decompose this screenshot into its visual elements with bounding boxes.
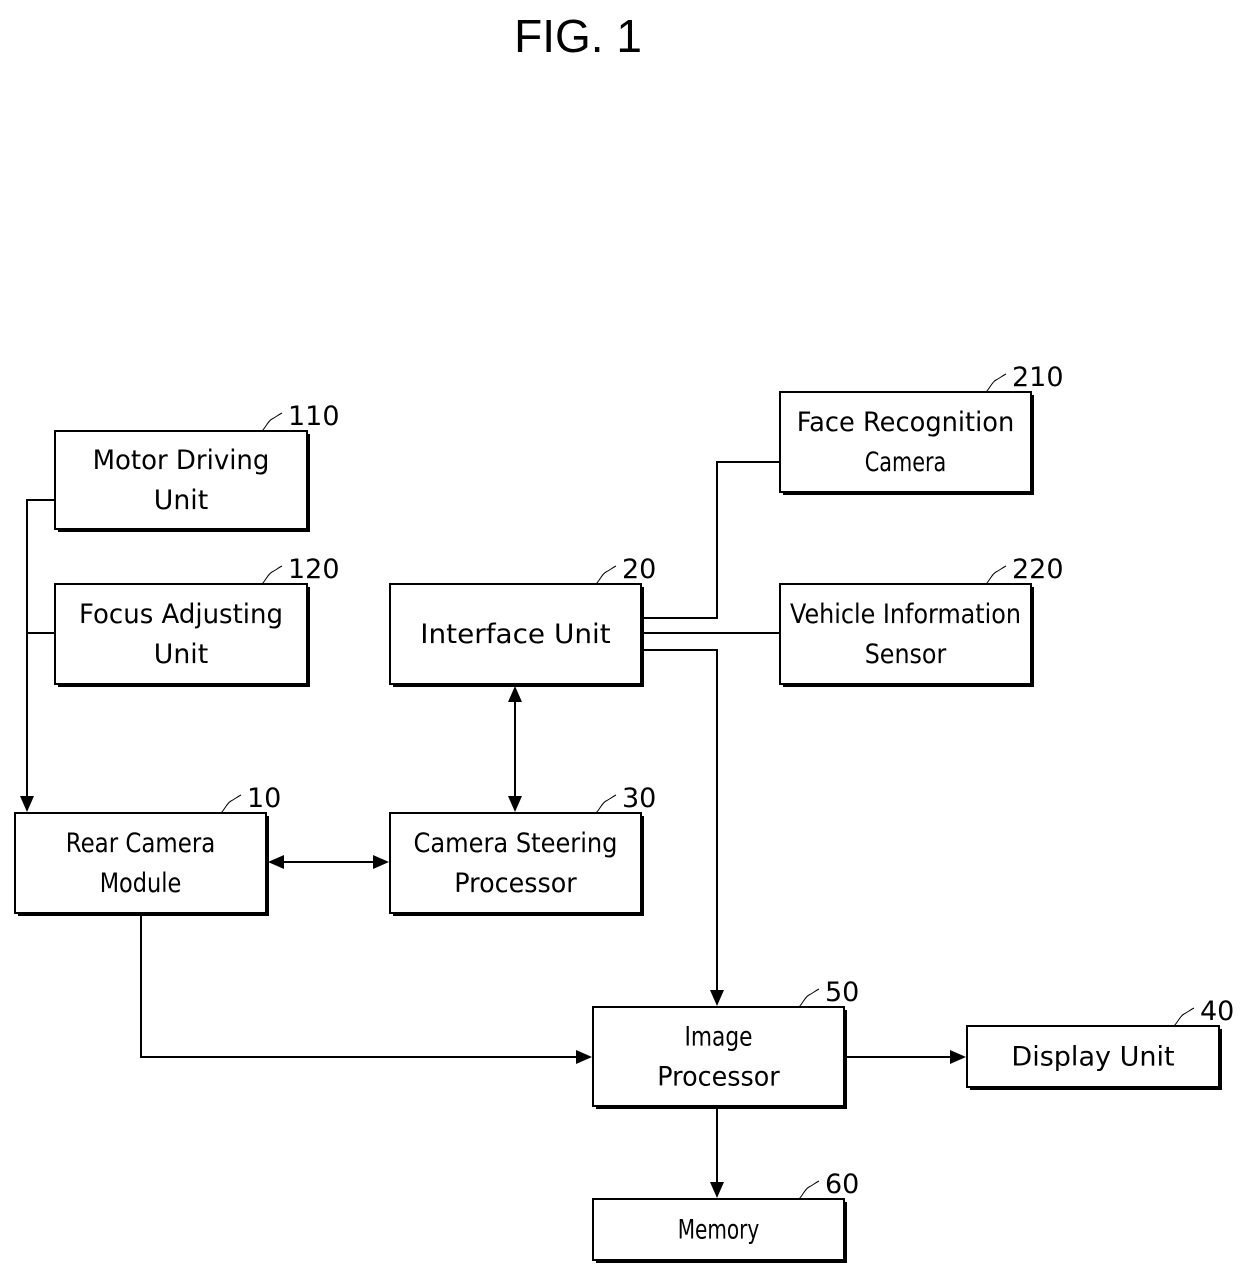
arrowhead-rear-right — [268, 855, 284, 869]
block-label: Memory — [678, 1215, 760, 1246]
reference-numeral: 50 — [825, 977, 859, 1008]
wire-motor-to-rear — [26, 499, 55, 800]
leader-line — [595, 565, 617, 585]
arrowhead-memory-top — [710, 1182, 724, 1198]
block-steer: Camera Steering Processor 30 — [389, 783, 656, 916]
arrowhead-image-left — [576, 1050, 592, 1064]
block-label: Unit — [154, 485, 208, 516]
wire-interface-image — [642, 649, 718, 992]
block-image: Image Processor 50 — [592, 977, 859, 1109]
wire-rear-image — [140, 914, 578, 1058]
block-label: Interface Unit — [420, 619, 610, 650]
reference-numeral: 210 — [1012, 362, 1064, 393]
reference-numeral: 120 — [288, 554, 340, 585]
block-label: Focus Adjusting — [79, 599, 283, 630]
block-label: Module — [100, 868, 182, 899]
wire-interface-face — [642, 461, 780, 619]
block-display: Display Unit 40 — [966, 996, 1234, 1090]
block-label: Processor — [454, 868, 577, 899]
block-label: Face Recognition — [797, 407, 1015, 438]
arrowhead-steer-top — [508, 796, 522, 812]
reference-numeral: 10 — [247, 783, 281, 814]
block-memory: Memory 60 — [592, 1169, 859, 1263]
reference-numeral: 20 — [622, 554, 656, 585]
block-label: Unit — [154, 639, 208, 670]
block-motor: Motor Driving Unit 110 — [54, 401, 340, 532]
arrowhead-interface-bottom — [508, 686, 522, 702]
arrowhead-rear-top — [20, 796, 34, 812]
block-vehicle: Vehicle Information Sensor 220 — [779, 554, 1064, 687]
reference-numeral: 110 — [288, 401, 340, 432]
block-interface: Interface Unit 20 — [389, 554, 656, 687]
block-diagram: FIG. 1 Motor Driving Unit 110 Focus Adjusti… — [14, 10, 1234, 1263]
block-label: Camera — [865, 447, 947, 478]
leader-line — [261, 565, 283, 585]
block-label: Image — [685, 1022, 753, 1053]
reference-numeral: 40 — [1200, 996, 1234, 1027]
leader-line — [798, 988, 820, 1008]
block-label: Display Unit — [1011, 1042, 1174, 1073]
reference-numeral: 220 — [1012, 554, 1064, 585]
arrowhead-image-top — [710, 990, 724, 1006]
block-label: Camera Steering — [414, 828, 618, 859]
block-label: Sensor — [865, 639, 947, 670]
block-label: Vehicle Information — [790, 599, 1021, 630]
leader-line — [985, 565, 1007, 585]
block-label: Processor — [657, 1062, 780, 1093]
block-face: Face Recognition Camera 210 — [779, 362, 1064, 495]
block-label: Rear Camera — [66, 828, 216, 859]
reference-numeral: 60 — [825, 1169, 859, 1200]
arrowhead-display-left — [950, 1050, 966, 1064]
leader-line — [798, 1180, 820, 1200]
leader-line — [261, 412, 283, 432]
block-label: Motor Driving — [93, 445, 270, 476]
leader-line — [595, 794, 617, 814]
leader-line — [220, 794, 242, 814]
arrowhead-steer-left — [373, 855, 389, 869]
leader-line — [985, 373, 1007, 393]
block-focus: Focus Adjusting Unit 120 — [54, 554, 340, 687]
block-rear: Rear Camera Module 10 — [14, 783, 281, 916]
figure-title: FIG. 1 — [514, 10, 642, 62]
reference-numeral: 30 — [622, 783, 656, 814]
leader-line — [1173, 1007, 1195, 1027]
